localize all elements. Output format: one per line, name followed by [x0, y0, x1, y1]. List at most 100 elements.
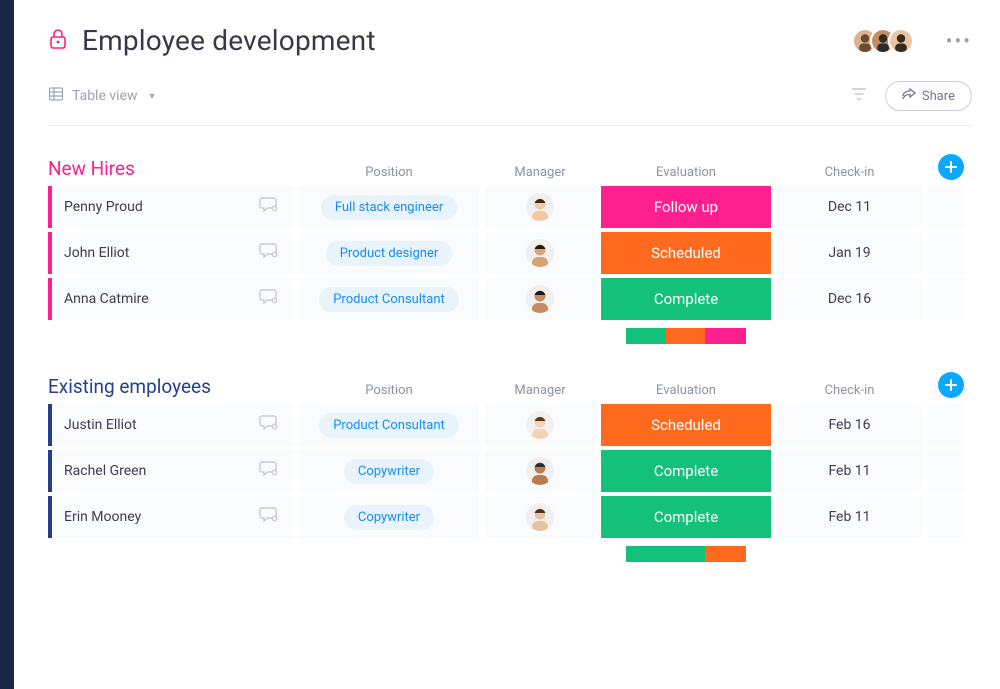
checkin-date: Feb 11: [828, 463, 870, 479]
column-header-position[interactable]: Position: [299, 165, 479, 180]
table-row[interactable]: Penny Proud Full stack engineer Follow upD…: [48, 186, 972, 228]
section-title[interactable]: New Hires: [48, 157, 293, 180]
manager-cell[interactable]: [485, 186, 595, 228]
share-button[interactable]: Share: [885, 81, 972, 111]
row-actions[interactable]: [928, 450, 964, 492]
name-cell[interactable]: Rachel Green: [48, 450, 293, 492]
name-cell[interactable]: Penny Proud: [48, 186, 293, 228]
name-cell[interactable]: Justin Elliot: [48, 404, 293, 446]
section-existing: Existing employees Position Manager Evaluat…: [48, 372, 972, 562]
position-pill: Product Consultant: [319, 413, 459, 438]
summary-bar: [626, 546, 746, 562]
manager-avatar: [526, 411, 554, 439]
evaluation-summary: [48, 324, 972, 344]
table-row[interactable]: Anna Catmire Product Consultant Complete De…: [48, 278, 972, 320]
toolbar: Table view ▾ Share: [48, 81, 972, 126]
row-actions[interactable]: [928, 232, 964, 274]
evaluation-cell[interactable]: Complete: [601, 496, 771, 538]
employee-name: Erin Mooney: [64, 509, 141, 525]
collaborator-avatars[interactable]: [860, 28, 914, 54]
add-row-button[interactable]: [938, 154, 964, 180]
comment-icon[interactable]: [259, 460, 279, 482]
row-actions[interactable]: [928, 404, 964, 446]
comment-icon[interactable]: [259, 196, 279, 218]
checkin-cell[interactable]: Feb 11: [777, 450, 922, 492]
employee-name: Anna Catmire: [64, 291, 149, 307]
column-header-position[interactable]: Position: [299, 383, 479, 398]
row-actions[interactable]: [928, 496, 964, 538]
manager-cell[interactable]: [485, 232, 595, 274]
manager-cell[interactable]: [485, 278, 595, 320]
section-new_hires: New Hires Position Manager Evaluation Check-…: [48, 154, 972, 344]
name-cell[interactable]: John Elliot: [48, 232, 293, 274]
comment-icon[interactable]: [259, 414, 279, 436]
checkin-cell[interactable]: Jan 19: [777, 232, 922, 274]
employee-name: Penny Proud: [64, 199, 143, 215]
manager-cell[interactable]: [485, 404, 595, 446]
summary-segment: [705, 328, 746, 344]
table-icon: [48, 86, 64, 106]
manager-cell[interactable]: [485, 496, 595, 538]
name-cell[interactable]: Anna Catmire: [48, 278, 293, 320]
checkin-date: Feb 11: [828, 509, 870, 525]
evaluation-cell[interactable]: Scheduled: [601, 232, 771, 274]
row-actions[interactable]: [928, 186, 964, 228]
filter-icon[interactable]: [851, 87, 867, 105]
position-pill: Copywriter: [344, 505, 434, 530]
section-title[interactable]: Existing employees: [48, 375, 293, 398]
table-row[interactable]: John Elliot Product designer Scheduled Jan …: [48, 232, 972, 274]
avatar[interactable]: [888, 28, 914, 54]
evaluation-summary: [48, 542, 972, 562]
column-header-checkin[interactable]: Check-in: [777, 383, 922, 398]
comment-icon[interactable]: [259, 506, 279, 528]
checkin-cell[interactable]: Dec 11: [777, 186, 922, 228]
checkin-cell[interactable]: Feb 16: [777, 404, 922, 446]
add-row-button[interactable]: [938, 372, 964, 398]
summary-segment: [705, 546, 746, 562]
employee-name: Justin Elliot: [64, 417, 137, 433]
evaluation-status: Complete: [601, 278, 771, 320]
comment-icon[interactable]: [259, 288, 279, 310]
chevron-down-icon: ▾: [150, 91, 155, 102]
column-header-manager[interactable]: Manager: [485, 165, 595, 180]
name-cell[interactable]: Erin Mooney: [48, 496, 293, 538]
position-cell[interactable]: Product Consultant: [299, 278, 479, 320]
nav-rail[interactable]: [0, 0, 14, 689]
position-pill: Product designer: [326, 241, 453, 266]
position-cell[interactable]: Full stack engineer: [299, 186, 479, 228]
view-label: Table view: [72, 88, 138, 104]
position-cell[interactable]: Copywriter: [299, 496, 479, 538]
evaluation-status: Complete: [601, 450, 771, 492]
checkin-date: Jan 19: [828, 245, 870, 261]
checkin-cell[interactable]: Feb 11: [777, 496, 922, 538]
section-header: New Hires Position Manager Evaluation Check-…: [48, 154, 972, 186]
table-row[interactable]: Justin Elliot Product Consultant Scheduled…: [48, 404, 972, 446]
position-cell[interactable]: Product Consultant: [299, 404, 479, 446]
summary-segment: [626, 328, 666, 344]
evaluation-cell[interactable]: Scheduled: [601, 404, 771, 446]
comment-icon[interactable]: [259, 242, 279, 264]
table-row[interactable]: Erin Mooney Copywriter Complete Feb 11: [48, 496, 972, 538]
position-cell[interactable]: Product designer: [299, 232, 479, 274]
column-header-evaluation[interactable]: Evaluation: [601, 383, 771, 398]
table-row[interactable]: Rachel Green Copywriter Complete Feb 11: [48, 450, 972, 492]
row-actions[interactable]: [928, 278, 964, 320]
manager-cell[interactable]: [485, 450, 595, 492]
evaluation-cell[interactable]: Follow up: [601, 186, 771, 228]
position-cell[interactable]: Copywriter: [299, 450, 479, 492]
more-menu-button[interactable]: •••: [946, 29, 972, 53]
evaluation-cell[interactable]: Complete: [601, 450, 771, 492]
column-header-manager[interactable]: Manager: [485, 383, 595, 398]
manager-avatar: [526, 457, 554, 485]
evaluation-status: Scheduled: [601, 404, 771, 446]
employee-name: Rachel Green: [64, 463, 146, 479]
view-switcher[interactable]: Table view ▾: [48, 86, 155, 106]
position-pill: Product Consultant: [319, 287, 459, 312]
column-header-evaluation[interactable]: Evaluation: [601, 165, 771, 180]
checkin-date: Dec 16: [828, 291, 871, 307]
column-header-checkin[interactable]: Check-in: [777, 165, 922, 180]
checkin-date: Feb 16: [828, 417, 870, 433]
evaluation-cell[interactable]: Complete: [601, 278, 771, 320]
share-label: Share: [922, 89, 955, 104]
checkin-cell[interactable]: Dec 16: [777, 278, 922, 320]
